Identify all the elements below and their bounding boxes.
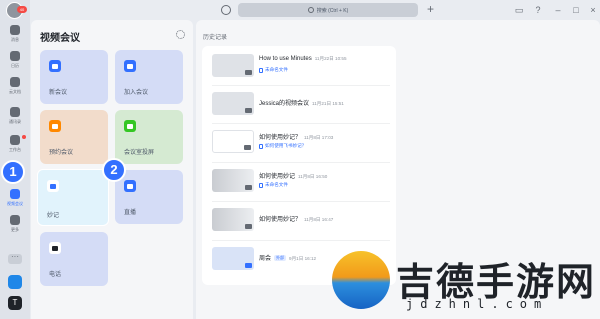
divider xyxy=(212,123,390,124)
phone-button[interactable]: 电话 xyxy=(40,232,108,286)
screen-share-icon xyxy=(124,120,136,132)
step-marker-1: 1 xyxy=(1,160,25,184)
record-title: How to use Minutes xyxy=(259,56,312,62)
record-title: Jessica的视频会议 xyxy=(259,101,310,107)
history-record[interactable]: 如何使用妙记 11月8日 16:50 未命名文件 xyxy=(202,165,396,199)
history-record[interactable]: How to use Minutes 11月22日 10:55 未命名文件 xyxy=(202,50,396,84)
phone-icon xyxy=(49,242,61,254)
more-icon xyxy=(10,215,20,225)
record-title: 如何使用妙记 xyxy=(259,174,296,180)
app-shortcut-t-icon[interactable]: T xyxy=(8,296,22,310)
notification-dot xyxy=(22,135,26,139)
history-heading: 历史记录 xyxy=(203,35,228,41)
record-date: 11月8日 17:03 xyxy=(304,135,334,140)
history-record[interactable]: 如何使用妙记？ 11月8日 16:47 xyxy=(202,204,396,238)
divider xyxy=(212,201,390,202)
unread-badge: 40 xyxy=(17,6,27,13)
recording-thumbnail xyxy=(212,247,254,270)
minutes-icon xyxy=(47,180,59,192)
recording-thumbnail xyxy=(212,54,254,77)
close-icon[interactable]: × xyxy=(588,5,598,15)
nav-docs[interactable]: 云文档 xyxy=(0,74,30,100)
schedule-meeting-button[interactable]: 预约会议 xyxy=(40,110,108,164)
chat-icon xyxy=(10,25,20,35)
nav-video-meetings[interactable]: 视频会议 xyxy=(0,186,30,212)
page-title: 视频会议 xyxy=(40,33,80,44)
history-record[interactable]: Jessica的视频会议 11月21日 15:51 xyxy=(202,88,396,122)
record-title: 周会 xyxy=(259,256,272,262)
record-date: 11月8日 16:50 xyxy=(298,174,328,179)
settings-gear-icon[interactable] xyxy=(176,30,185,39)
nav-messages[interactable]: 消息 xyxy=(0,22,30,48)
document-icon xyxy=(10,77,20,87)
screen-icon[interactable]: ▭ xyxy=(514,5,524,15)
step-marker-2: 2 xyxy=(102,158,126,182)
recording-thumbnail xyxy=(212,92,254,115)
external-badge: 外部 xyxy=(274,255,287,261)
nav-calendar[interactable]: 日历 xyxy=(0,48,30,74)
calendar-icon xyxy=(49,120,61,132)
contacts-icon xyxy=(10,107,20,117)
record-date: 9月1日 16:12 xyxy=(289,256,317,261)
record-title: 如何使用妙记？ xyxy=(259,135,302,141)
title-bar: 搜索 (Ctrl + K) + ▭ ? – □ × xyxy=(30,0,600,20)
record-title: 如何使用妙记？ xyxy=(259,217,302,223)
record-date: 11月22日 10:55 xyxy=(314,56,347,61)
record-doc-link[interactable]: 如何使用飞书妙记？ xyxy=(259,143,306,149)
watermark: 吉德手游网 jdzhnl.com xyxy=(332,249,600,319)
search-icon xyxy=(307,7,314,13)
history-clock-icon[interactable] xyxy=(221,5,231,15)
recording-thumbnail xyxy=(212,130,254,153)
calendar-icon xyxy=(10,51,20,61)
nav-contacts[interactable]: 通讯录 xyxy=(0,104,30,130)
divider xyxy=(212,240,390,241)
record-doc-link[interactable]: 未命名文件 xyxy=(259,67,288,73)
divider xyxy=(212,162,390,163)
document-icon xyxy=(259,182,263,188)
minutes-button[interactable]: 妙记 xyxy=(37,169,109,226)
record-doc-link[interactable]: 未命名文件 xyxy=(259,182,288,188)
search-input[interactable]: 搜索 (Ctrl + K) xyxy=(238,3,418,17)
minimize-icon[interactable]: – xyxy=(553,5,563,15)
recording-thumbnail xyxy=(212,208,254,231)
watermark-url: jdzhnl.com xyxy=(406,297,549,311)
room-screen-share-button[interactable]: 会议室投屏 xyxy=(115,110,183,164)
maximize-icon[interactable]: □ xyxy=(571,5,581,15)
grid-icon xyxy=(10,135,20,145)
app-shortcut-icon[interactable] xyxy=(8,275,22,289)
recording-thumbnail xyxy=(212,169,254,192)
document-icon xyxy=(259,67,263,73)
divider xyxy=(212,85,390,86)
record-date: 11月21日 15:51 xyxy=(312,101,344,106)
video-camera-icon xyxy=(10,189,20,199)
join-plus-icon xyxy=(124,60,136,72)
new-meeting-button[interactable]: 新会议 xyxy=(40,50,108,104)
history-record[interactable]: 如何使用妙记？ 11月8日 17:03 如何使用飞书妙记？ xyxy=(202,126,396,160)
add-icon[interactable]: + xyxy=(427,2,434,16)
live-stream-button[interactable]: 直播 xyxy=(115,170,183,224)
join-meeting-button[interactable]: 加入会议 xyxy=(115,50,183,104)
nav-more[interactable]: 更多 xyxy=(0,212,30,238)
video-camera-icon xyxy=(49,60,61,72)
watermark-logo-icon xyxy=(332,251,390,309)
document-icon xyxy=(259,143,263,149)
more-apps-button[interactable]: ··· xyxy=(8,253,22,264)
record-date: 11月8日 16:47 xyxy=(304,217,334,222)
live-icon xyxy=(124,180,136,192)
help-icon[interactable]: ? xyxy=(533,5,543,15)
